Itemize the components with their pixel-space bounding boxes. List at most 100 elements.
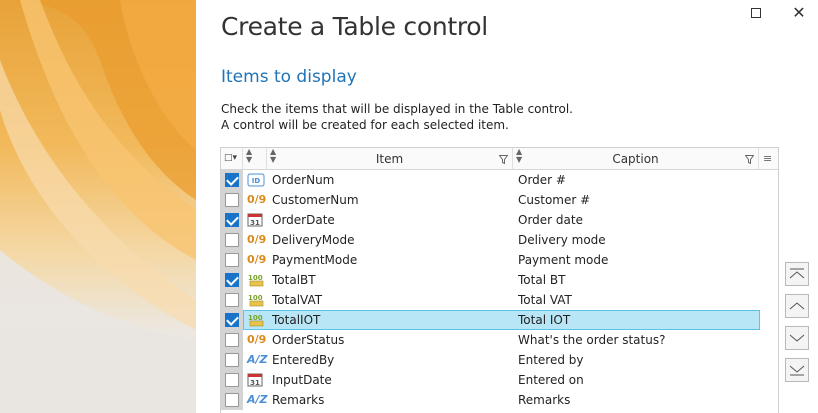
- filter-icon[interactable]: [499, 155, 508, 164]
- row-checkbox[interactable]: [225, 253, 239, 267]
- table-row[interactable]: 31 InputDate Entered on: [221, 370, 778, 390]
- svg-text:31: 31: [250, 219, 260, 227]
- items-table: □▾ ▲ ▼ ▲ ▼ Item ▲ ▼ Caption ≡ ID OrderNum Ord…: [220, 147, 779, 413]
- row-checkbox[interactable]: [225, 353, 239, 367]
- item-caption[interactable]: Entered by: [518, 353, 583, 367]
- id-icon: ID: [247, 173, 265, 187]
- table-row[interactable]: 100 TotalBT Total BT: [221, 270, 778, 290]
- checkbox-cell: [221, 210, 243, 230]
- item-caption[interactable]: Entered on: [518, 373, 584, 387]
- item-caption[interactable]: Remarks: [518, 393, 570, 407]
- filter-icon[interactable]: [745, 155, 754, 164]
- row-checkbox[interactable]: [225, 173, 239, 187]
- section-heading: Items to display: [221, 67, 357, 87]
- checkbox-cell: [221, 350, 243, 370]
- item-caption[interactable]: Total VAT: [518, 293, 572, 307]
- table-row[interactable]: 0/9 CustomerNum Customer #: [221, 190, 778, 210]
- dialog-title: Create a Table control: [221, 12, 488, 41]
- calendar-icon: 31: [247, 213, 265, 227]
- close-button[interactable]: ✕: [784, 2, 814, 24]
- item-name: Remarks: [272, 393, 325, 407]
- hamburger-menu-icon[interactable]: ≡: [763, 152, 772, 165]
- checkbox-cell: [221, 270, 243, 290]
- description-line-1: Check the items that will be displayed i…: [221, 102, 573, 116]
- text-icon: A/Z: [247, 353, 268, 366]
- numeric-icon: 0/9: [247, 333, 267, 346]
- section-description: Check the items that will be displayed i…: [221, 101, 573, 133]
- item-caption[interactable]: Total IOT: [518, 313, 570, 327]
- move-to-bottom-button[interactable]: [785, 358, 809, 382]
- table-row[interactable]: 0/9 OrderStatus What's the order status?: [221, 330, 778, 350]
- checkbox-cell: [221, 190, 243, 210]
- item-name: TotalBT: [272, 273, 316, 287]
- caption-column-label: Caption: [612, 152, 659, 166]
- text-icon: A/Z: [247, 393, 268, 406]
- check-menu-icon[interactable]: □▾: [224, 153, 237, 163]
- svg-text:31: 31: [250, 379, 260, 387]
- row-checkbox[interactable]: [225, 333, 239, 347]
- currency-icon: 100: [247, 273, 265, 287]
- table-row[interactable]: 0/9 PaymentMode Payment mode: [221, 250, 778, 270]
- item-name: InputDate: [272, 373, 332, 387]
- checkbox-cell: [221, 290, 243, 310]
- item-name: OrderNum: [272, 173, 335, 187]
- svg-text:ID: ID: [252, 177, 261, 185]
- row-checkbox[interactable]: [225, 313, 239, 327]
- currency-icon: 100: [247, 313, 265, 327]
- table-row[interactable]: 0/9 DeliveryMode Delivery mode: [221, 230, 778, 250]
- item-caption[interactable]: Delivery mode: [518, 233, 606, 247]
- row-checkbox[interactable]: [225, 233, 239, 247]
- item-name: DeliveryMode: [272, 233, 355, 247]
- table-row[interactable]: A/Z EnteredBy Entered by: [221, 350, 778, 370]
- numeric-icon: 0/9: [247, 233, 267, 246]
- item-caption[interactable]: Payment mode: [518, 253, 608, 267]
- table-row[interactable]: 31 OrderDate Order date: [221, 210, 778, 230]
- item-caption[interactable]: Order date: [518, 213, 583, 227]
- item-caption[interactable]: Order #: [518, 173, 566, 187]
- row-checkbox[interactable]: [225, 293, 239, 307]
- move-down-button[interactable]: [785, 326, 809, 350]
- column-menu-header[interactable]: ≡: [759, 148, 778, 170]
- checkbox-cell: [221, 250, 243, 270]
- item-column-header[interactable]: ▲ ▼ Item: [267, 148, 513, 170]
- row-checkbox[interactable]: [225, 373, 239, 387]
- table-header: □▾ ▲ ▼ ▲ ▼ Item ▲ ▼ Caption ≡: [221, 148, 778, 170]
- move-down-icon: [789, 334, 805, 342]
- table-row[interactable]: 100 TotalVAT Total VAT: [221, 290, 778, 310]
- maximize-icon: [751, 8, 761, 18]
- item-name: TotalVAT: [272, 293, 323, 307]
- table-row[interactable]: 100 TotalIOT Total IOT: [221, 310, 778, 330]
- checkbox-cell: [221, 330, 243, 350]
- checkbox-cell: [221, 390, 243, 410]
- move-up-icon: [789, 302, 805, 310]
- sort-icon: ▲ ▼: [246, 147, 253, 164]
- checkbox-cell: [221, 230, 243, 250]
- row-checkbox[interactable]: [225, 193, 239, 207]
- item-name: TotalIOT: [272, 313, 321, 327]
- checkbox-cell: [221, 310, 243, 330]
- item-caption[interactable]: Customer #: [518, 193, 590, 207]
- check-column-header[interactable]: □▾: [221, 148, 243, 170]
- item-name: OrderStatus: [272, 333, 345, 347]
- description-line-2: A control will be created for each selec…: [221, 118, 509, 132]
- selection-highlight: [243, 310, 760, 330]
- item-name: OrderDate: [272, 213, 335, 227]
- icon-column-header[interactable]: ▲ ▼: [243, 148, 267, 170]
- row-checkbox[interactable]: [225, 393, 239, 407]
- move-top-icon: [789, 268, 805, 279]
- item-name: EnteredBy: [272, 353, 335, 367]
- maximize-button[interactable]: [741, 2, 771, 24]
- row-checkbox[interactable]: [225, 213, 239, 227]
- move-up-button[interactable]: [785, 294, 809, 318]
- move-to-top-button[interactable]: [785, 262, 809, 286]
- calendar-icon: 31: [247, 373, 265, 387]
- item-caption[interactable]: What's the order status?: [518, 333, 665, 347]
- table-row[interactable]: ID OrderNum Order #: [221, 170, 778, 190]
- checkbox-cell: [221, 370, 243, 390]
- close-icon: ✕: [792, 5, 806, 22]
- row-checkbox[interactable]: [225, 273, 239, 287]
- caption-column-header[interactable]: ▲ ▼ Caption: [513, 148, 759, 170]
- item-caption[interactable]: Total BT: [518, 273, 565, 287]
- table-row[interactable]: A/Z Remarks Remarks: [221, 390, 778, 410]
- currency-icon: 100: [247, 293, 265, 307]
